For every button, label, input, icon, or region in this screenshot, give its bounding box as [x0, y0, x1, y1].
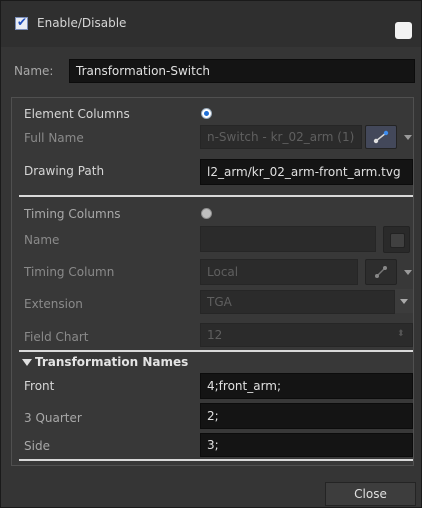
- drawing-path-label: Drawing Path: [24, 164, 105, 178]
- header-bar: Enable/Disable: [1, 1, 421, 47]
- transformation-names-header[interactable]: Transformation Names: [22, 355, 188, 369]
- transform-row-label: Front: [24, 379, 55, 393]
- full-name-link-button[interactable]: [365, 125, 397, 149]
- transform-row-label: 3 Quarter: [24, 411, 82, 425]
- triangle-down-icon: [22, 359, 32, 366]
- enable-label: Enable/Disable: [37, 16, 127, 30]
- timing-column-label: Timing Column: [24, 265, 115, 279]
- header-toggle-checkbox[interactable]: [395, 22, 412, 39]
- element-columns-label: Element Columns: [24, 107, 130, 121]
- link-icon: [375, 266, 387, 278]
- section-divider: [19, 459, 413, 461]
- transform-row-value[interactable]: 3;: [200, 433, 413, 457]
- field-chart-label: Field Chart: [24, 330, 89, 344]
- close-button[interactable]: Close: [325, 482, 416, 506]
- drawing-path-field[interactable]: l2_arm/kr_02_arm-front_arm.tvg: [200, 159, 413, 185]
- chevron-down-icon: [400, 299, 408, 304]
- chevron-down-icon[interactable]: [404, 270, 412, 275]
- timing-name-label: Name: [24, 233, 60, 247]
- timing-name-button[interactable]: [383, 226, 410, 253]
- timing-column-link-button[interactable]: [365, 259, 397, 285]
- timing-column-field[interactable]: Local: [200, 259, 358, 285]
- full-name-field[interactable]: n-Switch - kr_02_arm (1): [200, 125, 362, 149]
- field-chart-spinbox[interactable]: 12: [200, 323, 413, 347]
- link-icon: [373, 130, 389, 144]
- transform-row-value[interactable]: 4;front_arm;: [200, 373, 413, 399]
- timing-columns-label: Timing Columns: [24, 207, 121, 221]
- name-label: Name:: [14, 64, 54, 78]
- transformation-names-label: Transformation Names: [35, 355, 189, 369]
- enable-checkbox[interactable]: [15, 15, 28, 30]
- timing-columns-radio[interactable]: [201, 208, 212, 219]
- section-divider: [19, 195, 413, 197]
- transform-row-label: Side: [24, 439, 50, 453]
- extension-select[interactable]: TGA: [200, 290, 395, 314]
- extension-dropdown-button[interactable]: [395, 289, 413, 313]
- transformation-switch-dialog: Enable/Disable Name: Transformation-Swit…: [0, 0, 422, 508]
- name-field[interactable]: Transformation-Switch: [69, 59, 415, 83]
- timing-name-field[interactable]: [200, 226, 376, 252]
- spinner-arrows-icon[interactable]: ⬍: [397, 329, 405, 339]
- extension-label: Extension: [24, 297, 83, 311]
- full-name-label: Full Name: [24, 131, 84, 145]
- chevron-down-icon[interactable]: [404, 135, 412, 140]
- section-divider: [19, 350, 413, 352]
- element-columns-radio[interactable]: [201, 108, 212, 119]
- transform-row-value[interactable]: 2;: [200, 403, 413, 429]
